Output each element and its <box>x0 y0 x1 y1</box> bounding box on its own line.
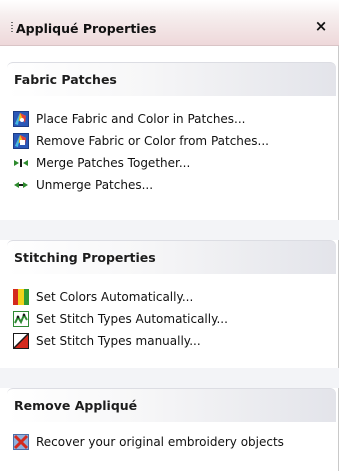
remove-applique-body: Recover your original embroidery objects <box>7 422 336 471</box>
item-label: Place Fabric and Color in Patches... <box>36 112 246 126</box>
remove-applique-header[interactable]: Remove Appliqué <box>7 388 336 422</box>
group-title: Fabric Patches <box>14 72 117 87</box>
fabric-patches-header[interactable]: Fabric Patches <box>7 62 336 96</box>
group-title: Remove Appliqué <box>14 398 138 413</box>
stitch-manual-icon <box>13 333 29 349</box>
recover-x-icon <box>13 434 29 450</box>
remove-fabric-item[interactable]: Remove Fabric or Color from Patches... <box>13 131 269 151</box>
item-label: Remove Fabric or Color from Patches... <box>36 134 269 148</box>
stitching-properties-header[interactable]: Stitching Properties <box>7 240 336 274</box>
set-stitch-types-auto-item[interactable]: Set Stitch Types Automatically... <box>13 309 228 329</box>
unmerge-patches-item[interactable]: Unmerge Patches... <box>13 175 153 195</box>
unmerge-arrows-icon <box>13 177 29 193</box>
item-label: Set Colors Automatically... <box>36 290 194 304</box>
item-label: Merge Patches Together... <box>36 156 191 170</box>
fabric-patches-body: Place Fabric and Color in Patches... Rem… <box>7 96 336 220</box>
item-label: Set Stitch Types manually... <box>36 334 201 348</box>
item-label: Set Stitch Types Automatically... <box>36 312 228 326</box>
fabric-color-remove-icon <box>13 133 29 149</box>
color-bars-icon <box>13 289 29 305</box>
fabric-color-icon <box>13 111 29 127</box>
merge-patches-item[interactable]: Merge Patches Together... <box>13 153 190 173</box>
recover-objects-item[interactable]: Recover your original embroidery objects <box>13 432 284 452</box>
set-stitch-types-manual-item[interactable]: Set Stitch Types manually... <box>13 331 201 351</box>
set-colors-auto-item[interactable]: Set Colors Automatically... <box>13 287 193 307</box>
remove-applique-group: Remove Appliqué Recover your original em… <box>7 388 336 471</box>
place-fabric-item[interactable]: Place Fabric and Color in Patches... <box>13 109 246 129</box>
drag-grip-icon[interactable] <box>11 22 13 34</box>
stitch-auto-icon <box>13 311 29 327</box>
stitching-properties-body: Set Colors Automatically... Set Stitch T… <box>7 274 336 382</box>
close-button[interactable]: × <box>313 17 329 35</box>
panel-titlebar[interactable]: Appliqué Properties × <box>0 0 339 46</box>
item-label: Unmerge Patches... <box>36 178 154 192</box>
fabric-patches-group: Fabric Patches Place Fabric and Color in… <box>7 62 336 220</box>
applique-properties-panel: Appliqué Properties × Fabric Patches Pla… <box>0 0 339 471</box>
group-separator <box>0 368 339 388</box>
group-separator <box>0 220 339 240</box>
merge-arrows-icon <box>13 155 29 171</box>
panel-title: Appliqué Properties <box>16 21 157 36</box>
stitching-properties-group: Stitching Properties Set Colors Automati… <box>7 240 336 382</box>
group-title: Stitching Properties <box>14 250 156 265</box>
item-label: Recover your original embroidery objects <box>36 435 284 449</box>
